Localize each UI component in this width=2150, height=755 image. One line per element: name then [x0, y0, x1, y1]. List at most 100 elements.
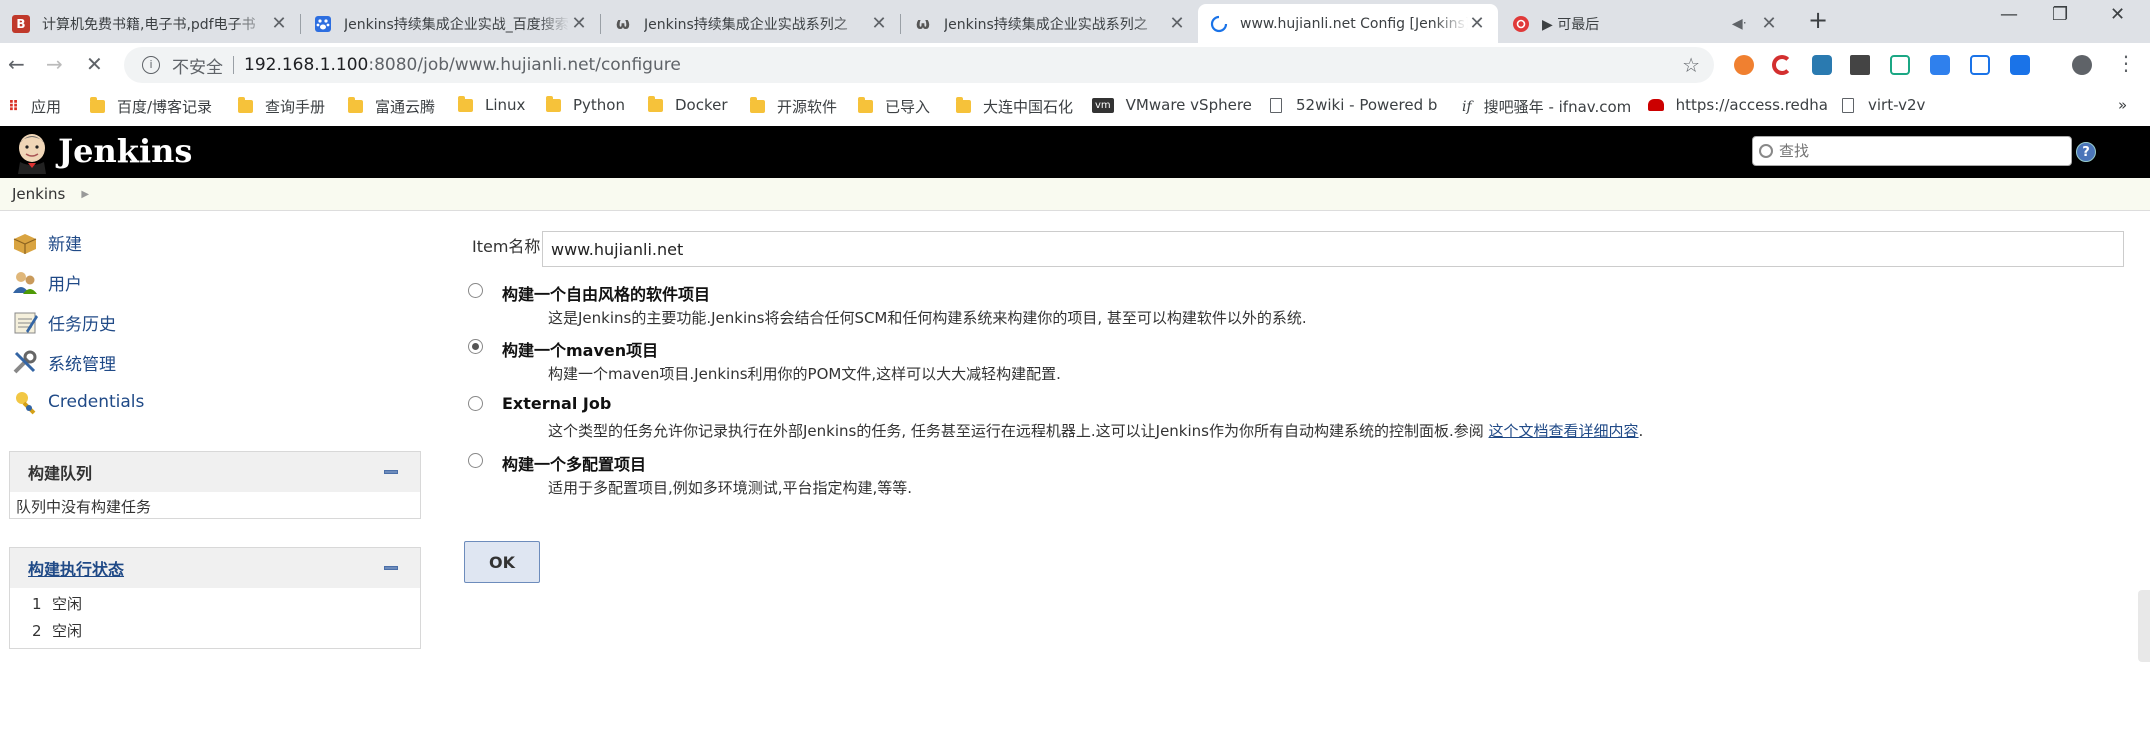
restore-window-button[interactable]: ❐ — [2052, 4, 2068, 25]
close-tab-icon[interactable]: ✕ — [570, 13, 588, 34]
tab-music[interactable]: ▶ 可最后 ◀ᐧ ✕ — [1500, 4, 1790, 43]
bookmark-label: 查询手册 — [265, 98, 326, 116]
address-bar[interactable]: i 不安全 192.168.1.100 :8080/job/www.hujian… — [124, 47, 1714, 83]
bookmark-folder[interactable]: Python — [546, 95, 625, 114]
tab-title: ▶ 可最后 — [1542, 16, 1600, 33]
breadcrumb-arrow-icon[interactable]: ▶ — [81, 189, 89, 200]
bookmark-redhat[interactable]: https://access.redha — [1648, 96, 1828, 114]
sidebar-item-label: 系统管理 — [48, 354, 116, 375]
loading-spinner-icon — [1210, 15, 1228, 33]
bookmark-label: 开源软件 — [777, 98, 838, 116]
ok-button[interactable]: OK — [464, 541, 540, 583]
option-title: 构建一个maven项目 — [502, 341, 659, 360]
notepad-icon — [14, 312, 38, 334]
bookmark-vmware[interactable]: vm VMware vSphere — [1092, 96, 1252, 114]
stop-loading-icon[interactable]: ✕ — [86, 52, 103, 76]
docs-link[interactable]: 这个文档查看详细内容 — [1489, 422, 1639, 440]
minimize-window-button[interactable]: — — [2000, 4, 2018, 25]
bookmark-folder[interactable]: 开源软件 — [750, 96, 837, 117]
extension-feather-icon[interactable] — [1930, 55, 1950, 75]
tab-jenkins-config[interactable]: www.hujianli.net Config [Jenkins] ✕ — [1198, 4, 1498, 43]
jenkins-title[interactable]: Jenkins — [58, 132, 192, 170]
people-icon — [13, 272, 37, 294]
side-scroll-handle[interactable] — [2138, 590, 2150, 662]
bookmark-label: virt-v2v — [1868, 96, 1926, 114]
bookmark-folder[interactable]: 大连中国石化 — [956, 96, 1073, 117]
extension-s-icon[interactable] — [1812, 55, 1832, 75]
executor-row: 1 空闲 — [10, 590, 420, 617]
help-icon[interactable]: ? — [2076, 142, 2096, 162]
security-label: 不安全 — [172, 57, 223, 78]
sidebar-item-history[interactable]: 任务历史 — [12, 309, 116, 335]
external-job-radio[interactable] — [468, 396, 483, 411]
bookmark-folder[interactable]: Linux — [458, 95, 525, 114]
build-queue-header: 构建队列 — [10, 452, 420, 492]
executor-status-header: 构建执行状态 — [10, 548, 420, 588]
sidebar-item-users[interactable]: 用户 — [12, 269, 82, 295]
collapse-icon[interactable] — [384, 470, 398, 474]
tab-baidu-search[interactable]: Jenkins持续集成企业实战_百度搜索 ✕ — [302, 4, 600, 43]
jenkins-butler-logo-icon[interactable] — [12, 132, 52, 174]
sidebar-item-new[interactable]: 新建 — [12, 229, 82, 255]
extension-infinity-icon[interactable] — [1734, 55, 1754, 75]
collapse-icon[interactable] — [384, 566, 398, 570]
option-title: 构建一个多配置项目 — [502, 455, 647, 474]
executor-row: 2 空闲 — [10, 617, 420, 644]
sidebar-item-credentials[interactable]: Credentials — [12, 389, 144, 415]
bookmark-folder[interactable]: 已导入 — [858, 96, 930, 117]
omega-site-icon: ω — [616, 14, 630, 33]
forward-arrow-icon[interactable]: → — [46, 52, 63, 76]
mute-audio-icon[interactable]: ◀ᐧ — [1730, 16, 1748, 32]
tab-jenkins-series-2[interactable]: ω Jenkins持续集成企业实战系列之 ✕ — [902, 4, 1198, 43]
bookmark-folder[interactable]: Docker — [648, 95, 728, 114]
item-name-input[interactable] — [542, 231, 2124, 267]
bookmark-52wiki[interactable]: 52wiki - Powered b — [1270, 96, 1440, 114]
close-tab-icon[interactable]: ✕ — [1168, 13, 1186, 34]
tab-jenkins-series-1[interactable]: ω Jenkins持续集成企业实战系列之 ✕ — [602, 4, 900, 43]
close-tab-icon[interactable]: ✕ — [1468, 13, 1486, 34]
executor-status: 空闲 — [52, 622, 83, 640]
profile-avatar-icon[interactable] — [2072, 55, 2092, 75]
bookmark-apps[interactable]: ⠿ 应用 — [8, 96, 61, 117]
bookmark-virt-v2v[interactable]: virt-v2v — [1842, 96, 1925, 114]
freestyle-radio[interactable] — [468, 283, 483, 298]
tab-title: Jenkins持续集成企业实战_百度搜索 — [344, 16, 569, 33]
bookmark-ifnav[interactable]: if 搜吧骚年 - ifnav.com — [1462, 96, 1638, 117]
search-box[interactable] — [1752, 136, 2072, 166]
close-tab-icon[interactable]: ✕ — [870, 13, 888, 34]
sidebar-item-manage[interactable]: 系统管理 — [12, 349, 116, 375]
back-arrow-icon[interactable]: ← — [8, 52, 25, 76]
bookmark-star-icon[interactable]: ☆ — [1682, 53, 1700, 77]
build-queue-pane: 构建队列 队列中没有构建任务 — [9, 451, 421, 519]
extension-screen-icon[interactable] — [1890, 55, 1910, 75]
bookmarks-overflow-chevron-icon[interactable]: » — [2118, 96, 2127, 114]
close-window-button[interactable]: ✕ — [2110, 4, 2125, 25]
close-tab-icon[interactable]: ✕ — [1760, 13, 1778, 34]
bookmark-folder[interactable]: 百度/博客记录 — [90, 96, 212, 117]
bookmark-label: Docker — [675, 96, 728, 114]
matrix-radio[interactable] — [468, 453, 483, 468]
executor-status-title[interactable]: 构建执行状态 — [28, 556, 124, 580]
bookmark-label: VMware vSphere — [1125, 96, 1252, 114]
extension-tool-icon[interactable] — [1850, 55, 1870, 75]
info-icon[interactable]: i — [142, 56, 160, 74]
tab-title: www.hujianli.net Config [Jenkins] — [1240, 15, 1468, 32]
extension-c-icon[interactable] — [1772, 55, 1792, 75]
tab-books[interactable]: B 计算机免费书籍,电子书,pdf电子书 ✕ — [0, 4, 300, 43]
search-input[interactable] — [1779, 142, 2059, 160]
bookmark-folder[interactable]: 查询手册 — [238, 96, 325, 117]
extension-note-icon[interactable] — [1970, 55, 1990, 75]
extension-check-icon[interactable] — [2010, 55, 2030, 75]
maven-radio[interactable] — [468, 339, 483, 354]
option-description-text: 这个类型的任务允许你记录执行在外部Jenkins的任务, 任务甚至运行在远程机器… — [548, 422, 1484, 440]
omega-site-icon: ω — [916, 14, 930, 33]
browser-menu-icon[interactable]: ⋮ — [2116, 51, 2136, 75]
bookmark-folder[interactable]: 富通云腾 — [348, 96, 435, 117]
breadcrumb-jenkins[interactable]: Jenkins — [12, 185, 65, 203]
close-tab-icon[interactable]: ✕ — [270, 13, 288, 34]
build-queue-title: 构建队列 — [28, 464, 93, 483]
folder-icon — [458, 95, 473, 112]
breadcrumb: Jenkins ▶ — [0, 178, 2150, 211]
executor-number: 2 — [32, 621, 42, 640]
new-tab-button[interactable]: + — [1808, 6, 1828, 34]
